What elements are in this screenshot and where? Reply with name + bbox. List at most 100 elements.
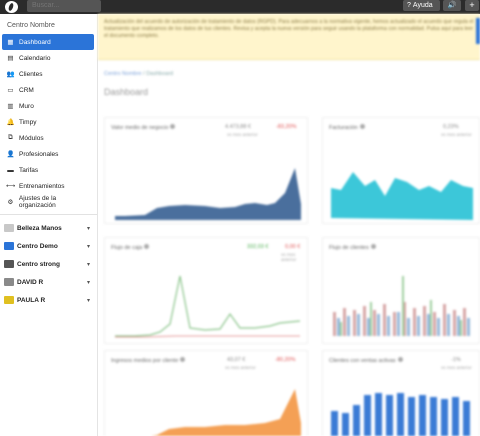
card-subtitle: vs mes anterior <box>441 132 472 137</box>
sidebar-item-label: CRM <box>19 86 34 94</box>
card-average-business-value: Valor medio de negocio 4.473,88 € -83,20… <box>104 117 308 224</box>
center-item[interactable]: Centro Demo ▾ <box>0 237 97 255</box>
card-billing: Facturación 0,23% vs mes anterior <box>322 117 480 224</box>
chevron-down-icon[interactable]: ▾ <box>87 225 97 232</box>
card-average-revenue-per-client: Ingresos medios por cliente 43,07 € -80,… <box>104 350 308 436</box>
card-value: 4.473,88 € <box>225 124 251 130</box>
card-percentage: 0,00 € <box>285 244 301 250</box>
center-label: PAULA R <box>17 296 46 304</box>
card-subtitle: vs mes anterior <box>227 132 258 137</box>
center-item[interactable]: PAULA R ▾ <box>0 291 97 309</box>
center-label: Belleza Manos <box>17 224 62 232</box>
chevron-down-icon[interactable]: ▾ <box>87 279 97 286</box>
card-client-flow: Flujo de clientes <box>322 237 480 344</box>
professionals-icon: 👤 <box>6 151 15 158</box>
card-percentage: -1% <box>451 357 461 363</box>
area-chart <box>151 389 301 436</box>
sidebar-item-label: Profesionales <box>19 150 59 158</box>
center-list: Belleza Manos ▾ Centro Demo ▾ Centro strong ▾… <box>0 219 97 309</box>
wall-icon: ▥ <box>7 103 14 110</box>
crm-icon: ▭ <box>7 87 14 94</box>
sidebar-item-tarifas[interactable]: ▬ Tarifas <box>2 162 94 178</box>
card-cash-flow: Flujo de caja 332,03 € 0,00 € vs mes ant… <box>104 237 308 344</box>
help-label: Ayuda <box>412 2 433 9</box>
chevron-down-icon[interactable]: ▾ <box>87 261 97 268</box>
app-logo-icon[interactable] <box>5 1 18 13</box>
gear-icon: ⚙ <box>7 199 14 206</box>
main-content: Actualización del acuerdo de autorizació… <box>98 14 480 436</box>
info-icon[interactable] <box>397 357 403 362</box>
sidebar-nav: ▦ Dashboard ▤ Calendario 👥 Clientes ▭ CRM ▥ Muro 🔔… <box>0 34 97 210</box>
card-subtitle: vs mes anterior <box>441 365 472 370</box>
info-icon[interactable] <box>144 244 150 249</box>
center-label: DAVID R <box>17 278 44 286</box>
card-percentage: -83,20% <box>276 124 297 130</box>
center-avatar <box>4 224 14 232</box>
notice-banner[interactable]: Actualización del acuerdo de autorizació… <box>98 14 480 60</box>
breadcrumb-current: Dashboard <box>146 71 174 77</box>
card-title: Facturación <box>329 124 365 131</box>
card-subtitle: vs mes anterior <box>225 365 256 370</box>
sidebar-item-ajustes-de-la-organización[interactable]: ⚙ Ajustes de la organización <box>2 194 94 210</box>
sidebar: Centro Nombre ▦ Dashboard ▤ Calendario 👥 Clie… <box>0 14 98 436</box>
bell-icon: 🔔 <box>6 119 15 126</box>
sidebar-item-label: Ajustes de la organización <box>18 195 57 209</box>
volume-icon: 🔊 <box>447 2 457 9</box>
dashboard-icon: ▦ <box>7 39 14 46</box>
users-icon: 👥 <box>6 71 15 78</box>
top-bar: ?Ayuda 🔊 + <box>0 0 480 14</box>
sidebar-item-label: Timpy <box>19 118 37 126</box>
sidebar-item-entrenamientos[interactable]: ⟷ Entrenamientos <box>2 178 94 194</box>
page-title: Dashboard <box>104 87 149 97</box>
sidebar-item-profesionales[interactable]: 👤 Profesionales <box>2 146 94 162</box>
area-chart <box>115 168 301 220</box>
card-title: Flujo de caja <box>111 244 150 251</box>
notice-text: Actualización del acuerdo de autorizació… <box>104 19 474 39</box>
sidebar-item-label: Módulos <box>19 134 44 142</box>
center-item[interactable]: Belleza Manos ▾ <box>0 219 97 237</box>
help-button[interactable]: ? Ayuda <box>403 0 440 11</box>
rates-icon: ▬ <box>7 166 14 174</box>
chevron-down-icon[interactable]: ▾ <box>87 243 97 250</box>
center-item[interactable]: DAVID R ▾ <box>0 273 97 291</box>
search-input[interactable] <box>27 0 101 12</box>
sidebar-item-label: Entrenamientos <box>19 182 65 190</box>
chevron-down-icon[interactable]: ▾ <box>87 297 97 304</box>
calendar-icon: ▤ <box>7 55 14 62</box>
breadcrumb: Centro Nombre / Dashboard <box>104 71 173 77</box>
sidebar-item-clientes[interactable]: 👥 Clientes <box>2 66 94 82</box>
sidebar-item-muro[interactable]: ▥ Muro <box>2 98 94 114</box>
sidebar-item-label: Calendario <box>19 54 51 62</box>
center-label: Centro strong <box>17 260 60 268</box>
help-icon: ? <box>407 2 411 9</box>
card-percentage: 0,23% <box>443 124 459 130</box>
card-value: 332,03 € <box>247 244 269 250</box>
add-icon: + <box>469 0 475 10</box>
card-subtitle: vs mes anterior <box>281 252 297 262</box>
center-avatar <box>4 278 14 286</box>
sidebar-item-label: Tarifas <box>19 166 39 174</box>
info-icon[interactable] <box>170 124 176 129</box>
area-chart <box>331 172 473 220</box>
breadcrumb-link[interactable]: Centro Nombre <box>104 71 142 77</box>
info-icon[interactable] <box>359 124 365 129</box>
sidebar-item-módulos[interactable]: ⧉ Módulos <box>2 130 94 146</box>
center-item[interactable]: Centro strong ▾ <box>0 255 97 273</box>
notice-action-button[interactable] <box>476 18 480 44</box>
sidebar-item-calendario[interactable]: ▤ Calendario <box>2 50 94 66</box>
center-avatar <box>4 296 14 304</box>
sidebar-item-dashboard[interactable]: ▦ Dashboard <box>2 34 94 50</box>
card-title: Valor medio de negocio <box>111 124 176 131</box>
volume-button[interactable]: 🔊 <box>443 0 461 11</box>
info-icon[interactable] <box>370 244 376 249</box>
add-button[interactable]: + <box>465 0 479 11</box>
sidebar-item-crm[interactable]: ▭ CRM <box>2 82 94 98</box>
organization-title: Centro Nombre <box>7 22 55 29</box>
card-clients-active-sales: Clientes con ventas activas -1% vs mes a… <box>322 350 480 436</box>
sidebar-divider <box>0 214 97 215</box>
card-title: Ingresos medios por cliente <box>111 357 186 364</box>
sidebar-item-label: Dashboard <box>19 38 51 46</box>
info-icon[interactable] <box>180 357 186 362</box>
sidebar-item-timpy[interactable]: 🔔 Timpy <box>2 114 94 130</box>
bar-chart <box>333 276 470 336</box>
